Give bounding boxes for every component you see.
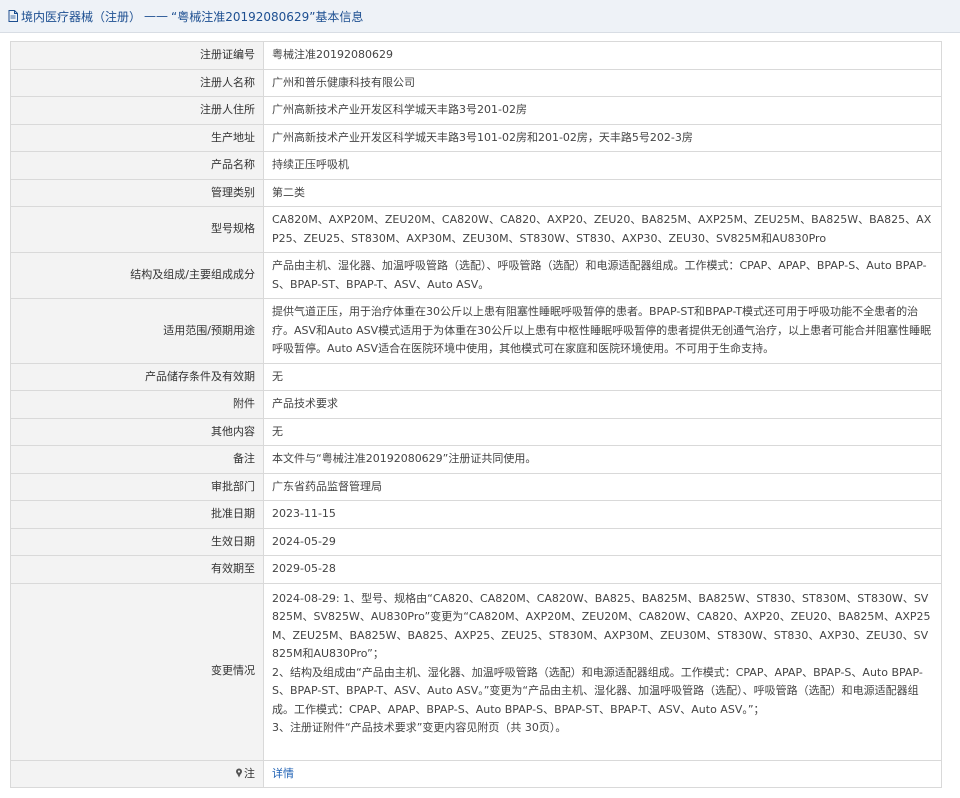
row-value: 广州和普乐健康科技有限公司 [263, 68, 942, 97]
table-row: 附件 产品技术要求 [10, 390, 942, 419]
note-label: 注 [244, 766, 255, 780]
document-icon [8, 10, 18, 22]
table-row: 生产地址 广州高新技术产业开发区科学城天丰路3号101-02房和201-02房，天… [10, 123, 942, 152]
row-value: 2029-05-28 [263, 555, 942, 584]
row-label: 型号规格 [10, 206, 264, 253]
table-row: 其他内容无 [10, 417, 942, 446]
row-label: 适用范围/预期用途 [10, 298, 264, 364]
change-line-1: 2024-08-29: 1、型号、规格由“CA820、CA820M、CA820W… [272, 591, 931, 661]
row-value: 广州高新技术产业开发区科学城天丰路3号101-02房和201-02房，天丰路5号… [263, 123, 942, 152]
note-row: 注 详情 [10, 759, 942, 788]
row-label: 有效期至 [10, 555, 264, 584]
row-value: 2024-05-29 [263, 527, 942, 556]
table-row: 审批部门 广东省药品监督管理局 [10, 472, 942, 501]
row-value: CA820M、AXP20M、ZEU20M、CA820W、CA820、AXP20、… [263, 206, 942, 253]
table-row: 结构及组成/主要组成成分 产品由主机、湿化器、加温呼吸管路（选配）、呼吸管路（选配… [10, 252, 942, 299]
change-line-2: 2、结构及组成由“产品由主机、湿化器、加温呼吸管路（选配）和电源适配器组成。工作… [272, 665, 923, 716]
row-label: 生产地址 [10, 123, 264, 152]
table-row: 适用范围/预期用途 提供气道正压，用于治疗体重在30公斤以上患有阻塞性睡眠呼吸暂停… [10, 298, 942, 364]
row-value: 产品技术要求 [263, 390, 942, 419]
change-row: 变更情况 2024-08-29: 1、型号、规格由“CA820、CA820M、C… [10, 582, 942, 761]
page-title: “粤械注准20192080629”基本信息 [171, 9, 364, 24]
row-value: 持续正压呼吸机 [263, 151, 942, 180]
info-table-body: 注册证编号 粤械注准20192080629 注册人名称 广州和普乐健康科技有限公司 … [10, 41, 942, 788]
change-line-3: 3、注册证附件“产品技术要求”变更内容见附页（共 30页）。 [272, 721, 567, 734]
table-row: 备注 本文件与“粤械注准20192080629”注册证共同使用。 [10, 445, 942, 474]
pin-icon [236, 768, 242, 777]
table-row: 产品名称 持续正压呼吸机 [10, 151, 942, 180]
row-value: 本文件与“粤械注准20192080629”注册证共同使用。 [263, 445, 942, 474]
row-label: 产品名称 [10, 151, 264, 180]
note-label-cell: 注 [10, 759, 264, 788]
row-value: 第二类 [263, 178, 942, 207]
row-label: 管理类别 [10, 178, 264, 207]
header-separator: —— [144, 9, 169, 23]
table-row: 批准日期 2023-11-15 [10, 500, 942, 529]
table-row: 有效期至 2029-05-28 [10, 555, 942, 584]
table-row: 管理类别 第二类 [10, 178, 942, 207]
table-row: 型号规格 CA820M、AXP20M、ZEU20M、CA820W、CA820、AX… [10, 206, 942, 253]
row-label: 注册人名称 [10, 68, 264, 97]
row-label: 注册证编号 [10, 41, 264, 70]
row-value: 产品由主机、湿化器、加温呼吸管路（选配）、呼吸管路（选配）和电源适配器组成。工作… [263, 252, 942, 299]
row-label: 注册人住所 [10, 96, 264, 125]
table-row: 注册人名称 广州和普乐健康科技有限公司 [10, 68, 942, 97]
row-value: 提供气道正压，用于治疗体重在30公斤以上患有阻塞性睡眠呼吸暂停的患者。BPAP-… [263, 298, 942, 364]
row-label: 产品储存条件及有效期 [10, 362, 264, 391]
info-table: 注册证编号 粤械注准20192080629 注册人名称 广州和普乐健康科技有限公司 … [10, 41, 942, 788]
content-area: 注册证编号 粤械注准20192080629 注册人名称 广州和普乐健康科技有限公司 … [0, 33, 960, 788]
change-label: 变更情况 [10, 582, 264, 761]
row-label: 结构及组成/主要组成成分 [10, 252, 264, 299]
change-value: 2024-08-29: 1、型号、规格由“CA820、CA820M、CA820W… [263, 582, 942, 761]
row-value: 粤械注准20192080629 [263, 41, 942, 70]
row-label: 批准日期 [10, 500, 264, 529]
row-value: 无 [263, 417, 942, 446]
row-label: 其他内容 [10, 417, 264, 446]
row-label: 附件 [10, 390, 264, 419]
row-label: 审批部门 [10, 472, 264, 501]
page-header: 境内医疗器械（注册） —— “粤械注准20192080629”基本信息 [0, 0, 960, 33]
table-row: 注册人住所 广州高新技术产业开发区科学城天丰路3号201-02房 [10, 96, 942, 125]
row-value: 2023-11-15 [263, 500, 942, 529]
note-value: 详情 [263, 759, 942, 788]
table-row: 生效日期 2024-05-29 [10, 527, 942, 556]
row-value: 广东省药品监督管理局 [263, 472, 942, 501]
row-label: 生效日期 [10, 527, 264, 556]
table-row: 注册证编号 粤械注准20192080629 [10, 41, 942, 70]
row-value: 广州高新技术产业开发区科学城天丰路3号201-02房 [263, 96, 942, 125]
row-label: 备注 [10, 445, 264, 474]
details-link[interactable]: 详情 [272, 767, 294, 780]
header-prefix: 境内医疗器械（注册） [21, 9, 142, 24]
row-value: 无 [263, 362, 942, 391]
table-row: 产品储存条件及有效期无 [10, 362, 942, 391]
